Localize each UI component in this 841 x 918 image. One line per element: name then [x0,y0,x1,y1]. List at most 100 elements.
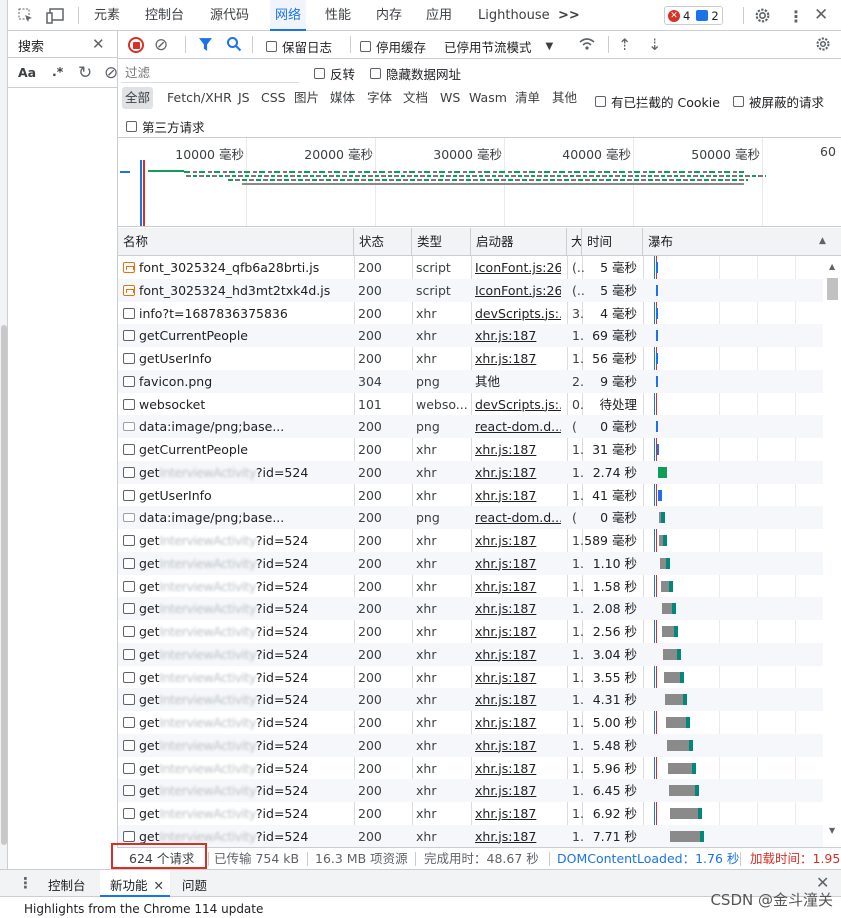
request-initiator[interactable]: IconFont.js:26 [475,256,561,279]
tab-application[interactable]: 应用 [426,0,452,31]
table-row[interactable]: data:image/png;base... 200 png react-dom.d.… [118,415,823,439]
tab-memory[interactable]: 内存 [376,0,402,31]
network-conditions-icon[interactable] [578,36,596,52]
request-name[interactable]: getCurrentPeople [123,438,351,461]
request-initiator[interactable]: xhr.js:187 [475,643,561,666]
table-row[interactable]: get InterviewActivity ?id=524 200 xhr xhr.js:… [118,642,823,666]
request-name[interactable]: font_3025324_hd3mt2txk4d.js [123,279,351,302]
table-scrollbar[interactable]: ▲ ▼ [823,256,841,847]
type-filter-all[interactable]: 全部 [122,87,154,109]
request-name[interactable]: get InterviewActivity ?id=524 [123,779,351,802]
close-tab-icon[interactable]: ✕ [154,878,164,893]
type-filter-font[interactable]: 字体 [367,87,392,109]
regex-button[interactable]: .* [52,64,63,79]
drawer-tab-issues[interactable]: 问题 [182,875,207,894]
request-name[interactable]: getUserInfo [123,484,351,507]
request-name[interactable]: get InterviewActivity ?id=524 [123,643,351,666]
request-initiator[interactable]: xhr.js:187 [475,825,561,847]
request-initiator[interactable]: xhr.js:187 [475,347,561,370]
request-initiator[interactable]: xhr.js:187 [475,529,561,552]
tab-sources[interactable]: 源代码 [210,0,249,31]
request-initiator[interactable]: xhr.js:187 [475,711,561,734]
kebab-menu-icon[interactable]: ⋮ [788,7,804,26]
request-name[interactable]: get InterviewActivity ?id=524 [123,711,351,734]
table-row[interactable]: get InterviewActivity ?id=524 200 xhr xhr.js:… [118,688,823,712]
match-case-button[interactable]: Aa [18,65,36,80]
type-filter-media[interactable]: 媒体 [330,87,355,109]
table-row[interactable]: info?t=1687836375836 200 xhr devScripts.js:… [118,302,823,325]
network-settings-gear-icon[interactable] [815,36,831,52]
request-name[interactable]: get InterviewActivity ?id=524 [123,666,351,689]
table-row[interactable]: font_3025324_hd3mt2txk4d.js 200 script Icon… [118,278,823,302]
request-name[interactable]: websocket [123,393,351,416]
request-initiator[interactable]: devScripts.js:... [475,393,561,416]
request-initiator[interactable]: xhr.js:187 [475,688,561,711]
preserve-log-checkbox[interactable]: 保留日志 [266,37,332,56]
request-initiator[interactable]: react-dom.d... [475,506,561,529]
type-filter-fetch-xhr[interactable]: Fetch/XHR [167,87,232,109]
inspect-element-icon[interactable] [18,8,34,24]
request-initiator[interactable]: devScripts.js:... [475,302,561,325]
type-filter-js[interactable]: JS [238,87,250,109]
tab-network[interactable]: 网络 [270,0,307,31]
table-row[interactable]: get InterviewActivity ?id=524 200 xhr xhr.js:… [118,620,823,643]
close-search-icon[interactable]: ✕ [92,35,105,53]
request-name[interactable]: data:image/png;base... [123,506,351,529]
network-overview-timeline[interactable]: 10000 毫秒 20000 毫秒 30000 毫秒 40000 毫秒 5000… [118,137,841,227]
device-toolbar-icon[interactable] [46,8,64,24]
hide-data-urls-checkbox[interactable]: 隐藏数据网址 [370,64,461,83]
throttling-select[interactable]: 已停用节流模式 ▼ [444,37,553,56]
settings-gear-icon[interactable] [754,7,771,24]
request-initiator[interactable]: IconFont.js:26 [475,279,561,302]
third-party-checkbox[interactable]: 第三方请求 [126,117,205,136]
blocked-cookies-checkbox[interactable]: 有已拦截的 Cookie [595,92,720,111]
table-row[interactable]: get InterviewActivity ?id=524 200 xhr xhr.js:… [118,733,823,757]
tab-console[interactable]: 控制台 [145,0,184,31]
request-name[interactable]: get InterviewActivity ?id=524 [123,734,351,757]
drawer-tab-console[interactable]: 控制台 [48,875,86,894]
table-row[interactable]: getUserInfo 200 xhr xhr.js:187 1. 56 毫秒 [118,347,823,370]
drawer-menu-icon[interactable]: ⋮ [18,874,33,892]
request-initiator[interactable]: xhr.js:187 [475,575,561,598]
invert-checkbox[interactable]: 反转 [314,64,355,83]
request-name[interactable]: get InterviewActivity ?id=524 [123,620,351,643]
request-initiator[interactable]: xhr.js:187 [475,438,561,461]
request-initiator[interactable]: xhr.js:187 [475,802,561,825]
column-initiator-header[interactable]: 启动器 [471,228,567,256]
export-har-icon[interactable]: ⇣ [648,35,661,54]
column-time-header[interactable]: 时间 [582,228,643,256]
record-stop-icon[interactable] [128,37,144,53]
table-row[interactable]: getCurrentPeople 200 xhr xhr.js:187 1. 69 毫秒 [118,324,823,348]
table-row[interactable]: get InterviewActivity ?id=524 200 xhr xhr.js:… [118,529,823,552]
clear-log-icon[interactable]: ⊘ [154,35,168,55]
request-initiator[interactable]: xhr.js:187 [475,734,561,757]
tab-performance[interactable]: 性能 [325,0,351,31]
request-initiator[interactable]: xhr.js:187 [475,666,561,689]
type-filter-doc[interactable]: 文档 [403,87,428,109]
scroll-down-icon[interactable]: ▼ [829,826,835,835]
table-row[interactable]: websocket 101 webso... devScripts.js:... 0. 待… [118,393,823,416]
type-filter-img[interactable]: 图片 [294,87,319,109]
table-row[interactable]: favicon.png 304 png 其他 2. 9 毫秒 [118,369,823,393]
table-row[interactable]: get InterviewActivity ?id=524 200 xhr xhr.js:… [118,757,823,780]
table-scrollbar-thumb[interactable] [827,278,838,300]
clear-search-icon[interactable]: ⊘ [104,63,118,83]
request-name[interactable]: get InterviewActivity ?id=524 [123,461,351,484]
request-name[interactable]: font_3025324_qfb6a28brti.js [123,256,351,279]
table-row[interactable]: data:image/png;base... 200 png react-dom.d.… [118,506,823,530]
blocked-requests-checkbox[interactable]: 被屏蔽的请求 [733,92,824,111]
request-initiator[interactable]: xhr.js:187 [475,620,561,643]
request-name[interactable]: getUserInfo [123,347,351,370]
error-badge[interactable]: ✕ 4 2 [664,6,723,25]
table-row[interactable]: get InterviewActivity ?id=524 200 xhr xhr.js:… [118,666,823,689]
refresh-icon[interactable]: ↻ [78,63,92,83]
page-scrollbar-thumb[interactable] [1,325,7,845]
more-tabs-button[interactable]: >> [558,0,580,31]
request-name[interactable]: favicon.png [123,370,351,393]
table-row[interactable]: get InterviewActivity ?id=524 200 xhr xhr.js:… [118,779,823,803]
disable-cache-checkbox[interactable]: 停用缓存 [360,37,426,56]
table-row[interactable]: get InterviewActivity ?id=524 200 xhr xhr.js:… [118,824,823,847]
request-name[interactable]: data:image/png;base... [123,415,351,438]
tab-lighthouse[interactable]: Lighthouse [478,0,550,31]
table-row[interactable]: get InterviewActivity ?id=524 200 xhr xhr.js:… [118,802,823,825]
